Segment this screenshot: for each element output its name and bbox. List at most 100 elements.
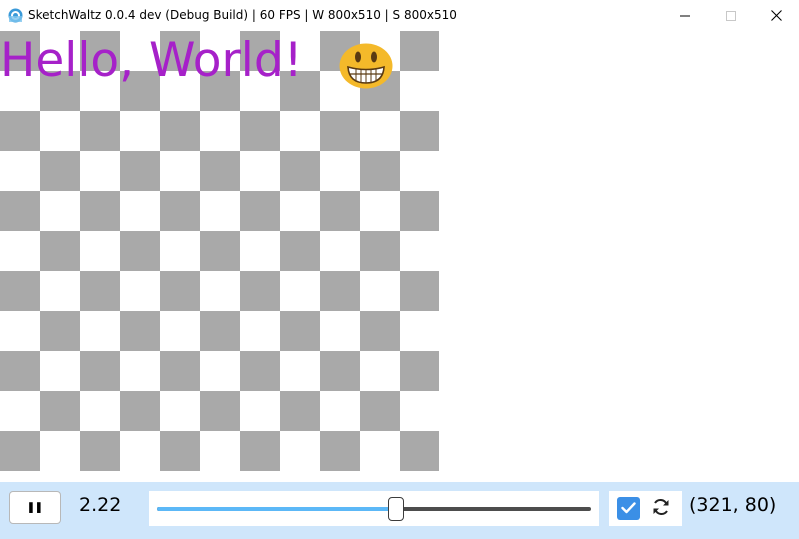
checker-cell [240, 351, 280, 391]
checker-cell [80, 351, 120, 391]
checker-cell [80, 231, 120, 271]
checker-cell [280, 431, 320, 471]
checker-cell [160, 191, 200, 231]
checker-cell [0, 151, 40, 191]
checker-cell [320, 111, 360, 151]
checker-cell [160, 271, 200, 311]
checker-cell [360, 151, 400, 191]
checker-cell [240, 151, 280, 191]
checker-cell [120, 151, 160, 191]
close-button[interactable] [753, 0, 799, 31]
checker-cell [80, 431, 120, 471]
checker-cell [80, 111, 120, 151]
checker-cell [280, 271, 320, 311]
checker-cell [320, 431, 360, 471]
checker-cell [40, 191, 80, 231]
app-window: SketchWaltz 0.0.4 dev (Debug Build) | 60… [0, 0, 799, 539]
checker-cell [360, 311, 400, 351]
checker-cell [200, 351, 240, 391]
checker-cell [320, 391, 360, 431]
checker-cell [160, 311, 200, 351]
slider-thumb[interactable] [388, 497, 404, 521]
checker-cell [400, 351, 439, 391]
checker-cell [240, 231, 280, 271]
checker-cell [40, 311, 80, 351]
checker-cell [200, 311, 240, 351]
window-title: SketchWaltz 0.0.4 dev (Debug Build) | 60… [28, 8, 457, 22]
grinning-face-emoji [339, 43, 393, 89]
checker-cell [320, 191, 360, 231]
checker-cell [160, 231, 200, 271]
checker-cell [0, 271, 40, 311]
checker-cell [360, 231, 400, 271]
checker-cell [400, 151, 439, 191]
checker-cell [80, 391, 120, 431]
checker-cell [360, 191, 400, 231]
checker-cell [40, 431, 80, 471]
checker-cell [200, 431, 240, 471]
checker-cell [400, 231, 439, 271]
checker-cell [240, 191, 280, 231]
checker-cell [400, 31, 439, 71]
checker-cell [240, 311, 280, 351]
checker-cell [160, 151, 200, 191]
toggle-controls [609, 491, 682, 526]
checker-cell [120, 111, 160, 151]
checker-cell [80, 151, 120, 191]
greeting-text: Hello, World! [0, 33, 303, 88]
pause-button[interactable]: ❚❚ [9, 491, 61, 524]
checker-cell [200, 271, 240, 311]
checker-cell [400, 191, 439, 231]
checker-cell [280, 151, 320, 191]
checker-cell [0, 191, 40, 231]
checker-cell [240, 431, 280, 471]
checkmark-icon [621, 499, 636, 518]
refresh-button[interactable] [649, 497, 673, 521]
enable-checkbox[interactable] [617, 497, 640, 520]
checker-cell [360, 111, 400, 151]
speed-value-label: 2.22 [79, 494, 122, 516]
checker-cell [360, 391, 400, 431]
checker-cell [80, 191, 120, 231]
checker-cell [200, 151, 240, 191]
checker-cell [0, 231, 40, 271]
checker-cell [40, 151, 80, 191]
checker-cell [240, 271, 280, 311]
cursor-coordinates: (321, 80) [689, 494, 777, 516]
checker-cell [280, 231, 320, 271]
checker-cell [0, 431, 40, 471]
checker-cell [0, 311, 40, 351]
checker-cell [200, 391, 240, 431]
checker-cell [320, 231, 360, 271]
speed-slider[interactable] [149, 491, 599, 526]
minimize-icon [680, 11, 690, 21]
close-icon [770, 10, 782, 21]
checker-cell [80, 271, 120, 311]
checker-cell [80, 311, 120, 351]
sketch-canvas[interactable]: Hello, World! [0, 31, 799, 482]
checker-cell [400, 71, 439, 111]
checker-cell [240, 111, 280, 151]
checker-cell [0, 391, 40, 431]
checker-cell [200, 191, 240, 231]
title-bar[interactable]: SketchWaltz 0.0.4 dev (Debug Build) | 60… [0, 0, 799, 31]
checker-cell [360, 351, 400, 391]
checker-cell [120, 191, 160, 231]
checker-cell [40, 391, 80, 431]
checker-cell [120, 271, 160, 311]
checker-cell [160, 351, 200, 391]
checker-cell [400, 431, 439, 471]
checker-cell [400, 391, 439, 431]
checker-cell [0, 111, 40, 151]
slider-track[interactable] [157, 507, 591, 511]
maximize-button[interactable] [708, 0, 754, 31]
checker-cell [160, 391, 200, 431]
checker-cell [280, 351, 320, 391]
checker-cell [280, 191, 320, 231]
checker-cell [40, 351, 80, 391]
checker-cell [120, 431, 160, 471]
app-icon [8, 8, 23, 23]
minimize-button[interactable] [662, 0, 708, 31]
checker-cell [320, 311, 360, 351]
checker-cell [120, 231, 160, 271]
